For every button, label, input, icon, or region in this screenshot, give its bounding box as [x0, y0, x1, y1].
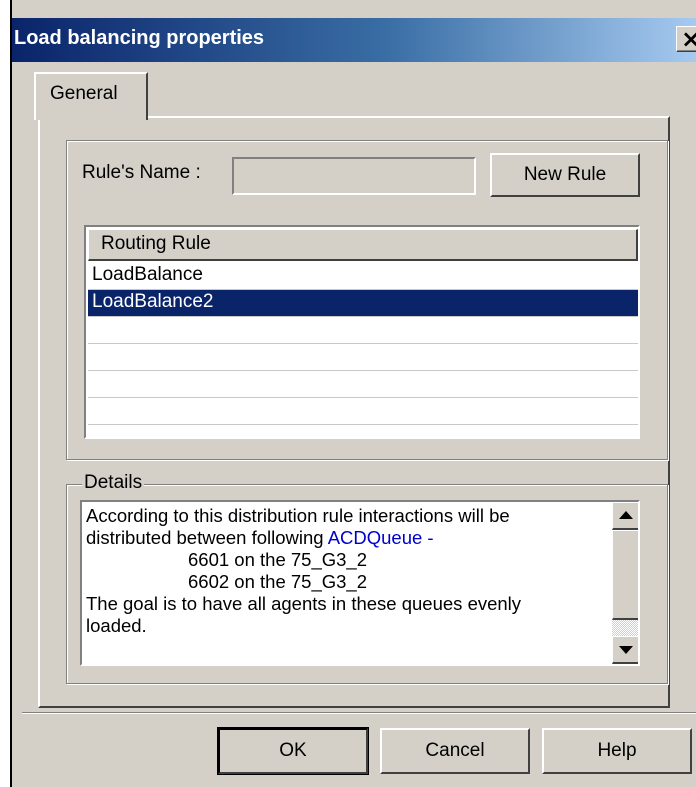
- scroll-track[interactable]: [612, 620, 638, 636]
- list-item-empty[interactable]: [88, 371, 638, 398]
- details-textbox[interactable]: According to this distribution rule inte…: [80, 500, 640, 666]
- list-item-label: LoadBalance: [92, 264, 203, 285]
- ok-button-label: OK: [279, 740, 307, 761]
- list-item-selected[interactable]: LoadBalance2: [88, 290, 638, 317]
- details-line-2-prefix: distributed between following: [86, 527, 328, 548]
- ok-button[interactable]: OK: [217, 727, 369, 775]
- details-line-2: distributed between following ACDQueue -: [86, 527, 606, 549]
- dialog-window: Load balancing properties × General Rule…: [10, 0, 696, 787]
- new-rule-button-label: New Rule: [523, 164, 607, 185]
- scroll-up-button[interactable]: [612, 502, 638, 530]
- cancel-button-label: Cancel: [425, 740, 485, 761]
- rule-name-field[interactable]: [232, 157, 476, 195]
- details-text: According to this distribution rule inte…: [86, 505, 606, 637]
- divider-highlight: [22, 713, 696, 714]
- details-line-1: According to this distribution rule inte…: [86, 505, 510, 526]
- list-item-empty[interactable]: [88, 398, 638, 425]
- routing-rule-list[interactable]: Routing Rule LoadBalance LoadBalance2: [84, 225, 640, 439]
- list-item-empty[interactable]: [88, 344, 638, 371]
- details-line-4: 6602 on the 75_G3_2: [188, 571, 367, 592]
- close-icon: ×: [681, 25, 696, 53]
- scroll-up-arrow-icon: [619, 511, 633, 519]
- list-item-empty[interactable]: [88, 317, 638, 344]
- details-line-6: loaded.: [86, 615, 147, 636]
- details-legend: Details: [82, 472, 145, 494]
- cancel-button[interactable]: Cancel: [380, 728, 530, 774]
- list-item[interactable]: LoadBalance: [88, 263, 638, 290]
- tab-general-label: General: [50, 83, 118, 104]
- details-line-5: The goal is to have all agents in these …: [86, 593, 522, 614]
- acd-queue-link[interactable]: ACDQueue -: [328, 527, 434, 548]
- details-scrollbar[interactable]: [612, 502, 638, 664]
- title-bar[interactable]: Load balancing properties ×: [12, 18, 696, 62]
- list-item-label: LoadBalance2: [92, 291, 214, 312]
- scroll-thumb[interactable]: [612, 530, 638, 620]
- routing-rule-column-header[interactable]: Routing Rule: [88, 229, 638, 261]
- close-button[interactable]: ×: [676, 26, 696, 52]
- tab-general[interactable]: General: [34, 72, 148, 120]
- help-button-label: Help: [597, 740, 637, 761]
- scroll-down-button[interactable]: [612, 636, 638, 664]
- help-button[interactable]: Help: [542, 728, 692, 774]
- routing-rule-header-label: Routing Rule: [101, 233, 211, 254]
- scroll-down-arrow-icon: [619, 646, 633, 654]
- details-line-3: 6601 on the 75_G3_2: [188, 549, 367, 570]
- new-rule-button[interactable]: New Rule: [490, 153, 640, 197]
- rule-name-label: Rule's Name :: [82, 162, 201, 183]
- window-title: Load balancing properties: [14, 27, 265, 49]
